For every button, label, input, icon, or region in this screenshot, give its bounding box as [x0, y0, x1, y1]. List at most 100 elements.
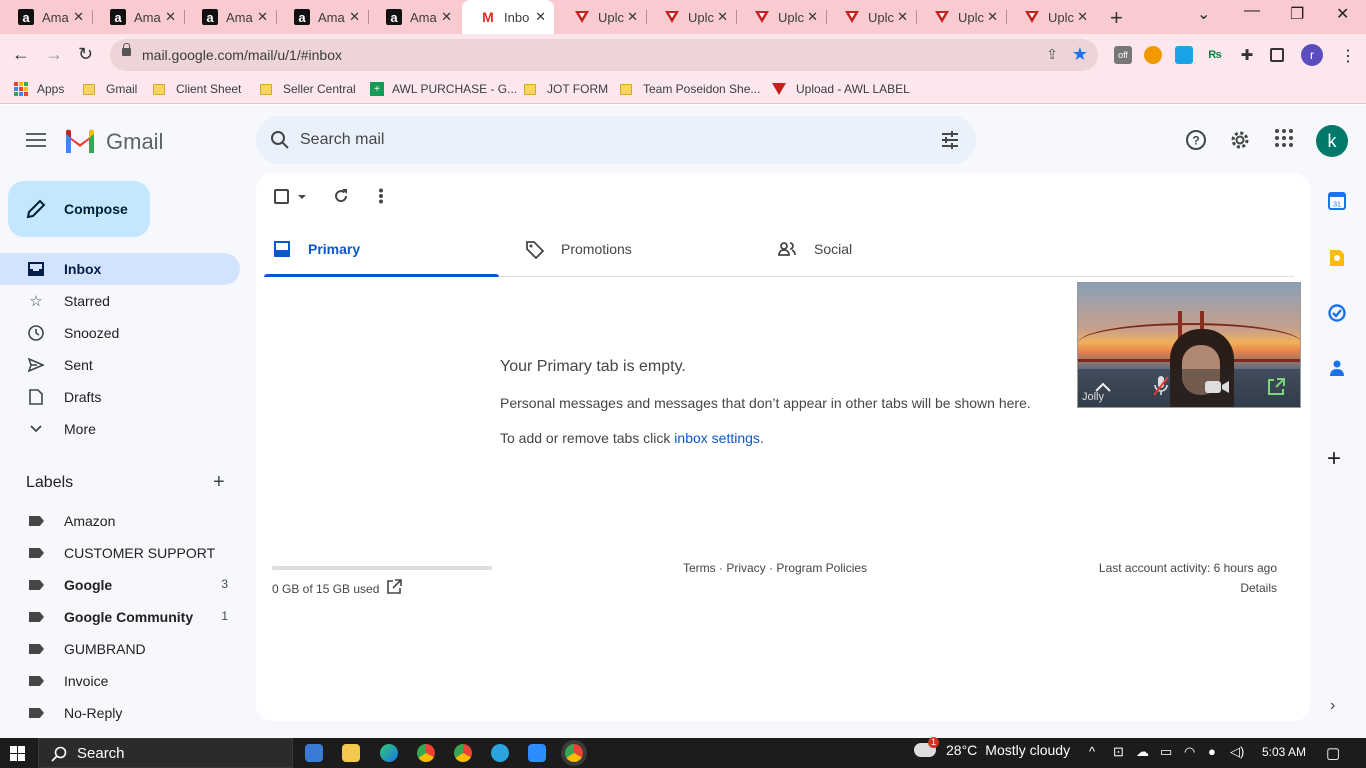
main-menu-icon[interactable] — [26, 133, 46, 147]
bookmark-team-poseidon[interactable]: Team Poseidon She... — [620, 82, 760, 96]
browser-tab[interactable]: Uplc ✕ — [556, 0, 646, 34]
nav-item-snoozed[interactable]: Snoozed — [0, 317, 240, 349]
get-addons-button[interactable]: + — [1327, 445, 1341, 473]
tab-search-chevron-icon[interactable]: ⌄ — [1197, 4, 1210, 24]
more-options-icon[interactable] — [378, 188, 384, 204]
nav-item-more[interactable]: More — [0, 413, 240, 445]
compose-button[interactable]: Compose — [8, 181, 150, 237]
browser-tab[interactable]: a Ama ✕ — [0, 0, 92, 34]
edge-browser-icon[interactable] — [380, 744, 398, 762]
microphone-icon[interactable]: ● — [1208, 744, 1216, 759]
taskbar-search-box[interactable]: Search — [38, 738, 293, 768]
close-tab-icon[interactable]: ✕ — [807, 9, 818, 25]
popout-icon[interactable] — [1266, 377, 1286, 397]
chrome-icon[interactable] — [417, 744, 435, 762]
close-tab-icon[interactable]: ✕ — [73, 9, 84, 25]
search-icon[interactable] — [270, 130, 290, 150]
tab-social[interactable]: Social — [760, 235, 1003, 277]
close-tab-icon[interactable]: ✕ — [441, 9, 452, 25]
windows-start-icon[interactable] — [10, 746, 25, 761]
nav-item-sent[interactable]: Sent — [0, 349, 240, 381]
store-app-icon[interactable] — [305, 744, 323, 762]
extension-fba-icon[interactable] — [1175, 46, 1193, 64]
close-tab-icon[interactable]: ✕ — [1077, 9, 1088, 25]
browser-tab[interactable]: a Ama ✕ — [276, 0, 368, 34]
browser-menu-icon[interactable]: ⋮ — [1340, 46, 1356, 66]
label-item[interactable]: Google 3 — [0, 569, 240, 601]
close-tab-icon[interactable]: ✕ — [627, 9, 638, 25]
extension-off-icon[interactable]: off — [1114, 46, 1132, 64]
nav-item-drafts[interactable]: Drafts — [0, 381, 240, 413]
restore-button[interactable]: ❐ — [1290, 4, 1304, 24]
file-explorer-icon[interactable] — [342, 744, 360, 762]
keep-icon[interactable] — [1329, 249, 1345, 267]
close-tab-icon[interactable]: ✕ — [717, 9, 728, 25]
browser-tab[interactable]: Uplc ✕ — [916, 0, 1006, 34]
tab-primary[interactable]: Primary — [256, 235, 499, 277]
label-item[interactable]: GUMBRAND — [0, 633, 240, 665]
help-icon[interactable]: ? — [1185, 129, 1207, 151]
bookmark-apps[interactable]: Apps — [14, 82, 64, 96]
browser-profile-avatar[interactable]: r — [1301, 44, 1323, 66]
create-label-button[interactable]: + — [213, 471, 225, 494]
browser-tab[interactable]: Uplc ✕ — [736, 0, 826, 34]
bookmark-star-icon[interactable]: ★ — [1072, 44, 1088, 65]
close-tab-icon[interactable]: ✕ — [535, 9, 546, 25]
tray-chevron-up-icon[interactable]: ^ — [1089, 744, 1095, 759]
system-clock[interactable]: 5:03 AM — [1262, 745, 1306, 759]
label-item[interactable]: No-Reply — [0, 697, 240, 729]
browser-tab-active[interactable]: M Inbo ✕ — [462, 0, 554, 34]
extension-circle-icon[interactable] — [1144, 46, 1162, 64]
search-input[interactable]: Search mail — [300, 131, 384, 149]
address-bar[interactable]: mail.google.com/mail/u/1/#inbox ⇪ ★ — [110, 39, 1098, 71]
contacts-icon[interactable] — [1330, 360, 1344, 376]
mic-muted-icon[interactable] — [1152, 375, 1170, 397]
tasks-icon[interactable] — [1328, 304, 1346, 322]
google-apps-icon[interactable] — [1275, 129, 1293, 147]
telegram-icon[interactable] — [491, 744, 509, 762]
browser-tab[interactable]: Uplc ✕ — [826, 0, 916, 34]
search-options-icon[interactable] — [940, 130, 960, 150]
weather-widget[interactable]: 1 28°C Mostly cloudy — [911, 737, 1070, 758]
open-external-icon[interactable] — [386, 579, 402, 595]
bookmark-awl-purchase[interactable]: + AWL PURCHASE - G... — [370, 82, 517, 96]
new-tab-button[interactable]: + — [1110, 5, 1123, 31]
reload-icon[interactable]: ↻ — [78, 44, 93, 65]
tray-app-icon[interactable]: ⊡ — [1113, 744, 1124, 760]
share-icon[interactable]: ⇪ — [1046, 46, 1058, 63]
label-item[interactable]: Amazon — [0, 505, 240, 537]
close-tab-icon[interactable]: ✕ — [349, 9, 360, 25]
side-panel-icon[interactable] — [1270, 48, 1284, 62]
bookmark-seller-central[interactable]: Seller Central — [260, 82, 356, 96]
close-window-button[interactable]: ✕ — [1336, 4, 1349, 24]
refresh-icon[interactable] — [333, 188, 349, 204]
volume-icon[interactable]: ◁) — [1230, 744, 1244, 760]
onedrive-cloud-icon[interactable]: ☁ — [1136, 744, 1149, 760]
browser-tab[interactable]: Uplc ✕ — [1006, 0, 1096, 34]
zoom-icon[interactable] — [528, 744, 546, 762]
bookmark-upload-awl-label[interactable]: Upload - AWL LABEL — [772, 82, 910, 96]
close-tab-icon[interactable]: ✕ — [897, 9, 908, 25]
minimize-button[interactable]: — — [1244, 2, 1260, 20]
notifications-icon[interactable]: ▢ — [1326, 744, 1340, 762]
settings-gear-icon[interactable] — [1229, 129, 1251, 151]
browser-tab[interactable]: a Ama ✕ — [368, 0, 460, 34]
close-tab-icon[interactable]: ✕ — [987, 9, 998, 25]
label-item[interactable]: CUSTOMER SUPPORT — [0, 537, 240, 569]
show-side-panel-chevron-icon[interactable]: › — [1330, 697, 1335, 715]
label-item[interactable]: Google Community 1 — [0, 601, 240, 633]
bookmark-jot-form[interactable]: JOT FORM — [524, 82, 608, 96]
select-checkbox[interactable] — [274, 189, 308, 205]
tab-promotions[interactable]: Promotions — [508, 235, 751, 277]
browser-tab[interactable]: Uplc ✕ — [646, 0, 736, 34]
video-call-tile[interactable]: Jolly — [1077, 282, 1301, 408]
camera-icon[interactable] — [1204, 379, 1230, 395]
nav-item-starred[interactable]: ☆ Starred — [0, 285, 240, 317]
search-bar[interactable]: Search mail — [256, 116, 976, 164]
calendar-icon[interactable]: 31 — [1328, 192, 1346, 210]
battery-icon[interactable]: ▭ — [1160, 744, 1172, 760]
label-item[interactable]: Invoice — [0, 665, 240, 697]
browser-tab[interactable]: a Ama ✕ — [184, 0, 276, 34]
account-avatar[interactable]: k — [1316, 125, 1348, 157]
activity-details-link[interactable]: Details — [1240, 581, 1277, 595]
